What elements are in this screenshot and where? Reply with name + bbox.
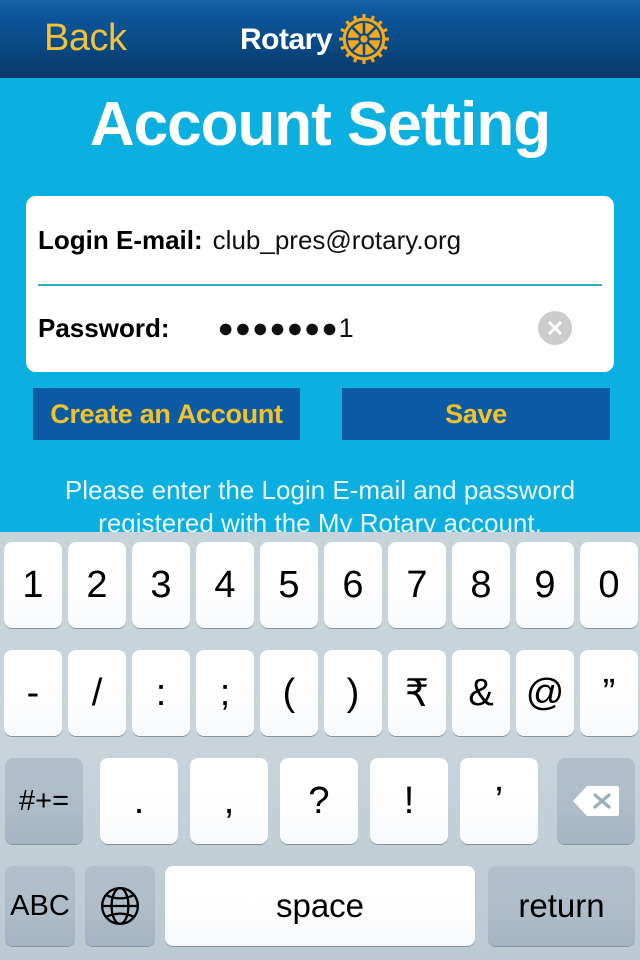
keyboard-row-symbols: - / : ; ( ) ₹ & @ ” bbox=[0, 650, 640, 746]
key-space[interactable]: space bbox=[165, 866, 475, 946]
helper-text: Please enter the Login E-mail and passwo… bbox=[64, 475, 576, 538]
key-1[interactable]: 1 bbox=[4, 542, 62, 628]
save-button[interactable]: Save bbox=[342, 388, 610, 440]
keyboard-row-bottom: ABC space return bbox=[0, 866, 640, 960]
key-quote-double[interactable]: ” bbox=[580, 650, 638, 736]
key-paren-open[interactable]: ( bbox=[260, 650, 318, 736]
keyboard-row-punctuation: #+= . , ? ! ’ bbox=[0, 758, 640, 854]
key-hyphen[interactable]: - bbox=[4, 650, 62, 736]
key-question-mark[interactable]: ? bbox=[280, 758, 358, 844]
key-rupee[interactable]: ₹ bbox=[388, 650, 446, 736]
rotary-brand: Rotary bbox=[240, 14, 390, 64]
email-field-row[interactable]: Login E-mail: club_pres@rotary.org bbox=[26, 196, 614, 284]
key-apostrophe[interactable]: ’ bbox=[460, 758, 538, 844]
key-4[interactable]: 4 bbox=[196, 542, 254, 628]
rotary-gear-icon bbox=[339, 14, 389, 64]
key-at[interactable]: @ bbox=[516, 650, 574, 736]
navigation-bar: Back Rotary bbox=[0, 0, 640, 78]
on-screen-keyboard: 1 2 3 4 5 6 7 8 9 0 - / : ; ( ) ₹ & @ ” … bbox=[0, 532, 640, 960]
key-comma[interactable]: , bbox=[190, 758, 268, 844]
key-colon[interactable]: : bbox=[132, 650, 190, 736]
action-button-row: Create an Account Save bbox=[0, 388, 640, 440]
backspace-key[interactable] bbox=[557, 758, 635, 844]
clear-password-icon[interactable] bbox=[538, 311, 572, 345]
password-input[interactable]: ●●●●●●●1 bbox=[218, 313, 355, 344]
key-8[interactable]: 8 bbox=[452, 542, 510, 628]
password-label: Password: bbox=[38, 312, 170, 343]
key-period[interactable]: . bbox=[100, 758, 178, 844]
back-button[interactable]: Back bbox=[44, 14, 127, 62]
key-7[interactable]: 7 bbox=[388, 542, 446, 628]
key-2[interactable]: 2 bbox=[68, 542, 126, 628]
brand-label: Rotary bbox=[240, 23, 333, 56]
key-5[interactable]: 5 bbox=[260, 542, 318, 628]
keyboard-row-numbers: 1 2 3 4 5 6 7 8 9 0 bbox=[0, 532, 640, 640]
page-title: Account Setting bbox=[89, 90, 551, 159]
key-3[interactable]: 3 bbox=[132, 542, 190, 628]
account-form-card: Login E-mail: club_pres@rotary.org Passw… bbox=[26, 196, 614, 372]
key-paren-close[interactable]: ) bbox=[324, 650, 382, 736]
key-semicolon[interactable]: ; bbox=[196, 650, 254, 736]
key-globe[interactable] bbox=[85, 866, 155, 946]
key-0[interactable]: 0 bbox=[580, 542, 638, 628]
key-slash[interactable]: / bbox=[68, 650, 126, 736]
email-input[interactable]: club_pres@rotary.org bbox=[213, 225, 461, 256]
key-9[interactable]: 9 bbox=[516, 542, 574, 628]
create-account-button[interactable]: Create an Account bbox=[33, 388, 300, 440]
key-return[interactable]: return bbox=[488, 866, 635, 946]
app-root: Back Rotary Account Setting Login E-mail… bbox=[0, 0, 640, 960]
key-ampersand[interactable]: & bbox=[452, 650, 510, 736]
globe-language-icon bbox=[100, 886, 140, 926]
key-abc-toggle[interactable]: ABC bbox=[5, 866, 75, 946]
key-exclamation[interactable]: ! bbox=[370, 758, 448, 844]
password-field-row[interactable]: Password: ●●●●●●●1 bbox=[26, 284, 614, 372]
backspace-delete-icon bbox=[573, 786, 619, 816]
key-symbols-toggle[interactable]: #+= bbox=[5, 758, 83, 844]
email-label: Login E-mail: bbox=[38, 224, 203, 255]
key-6[interactable]: 6 bbox=[324, 542, 382, 628]
